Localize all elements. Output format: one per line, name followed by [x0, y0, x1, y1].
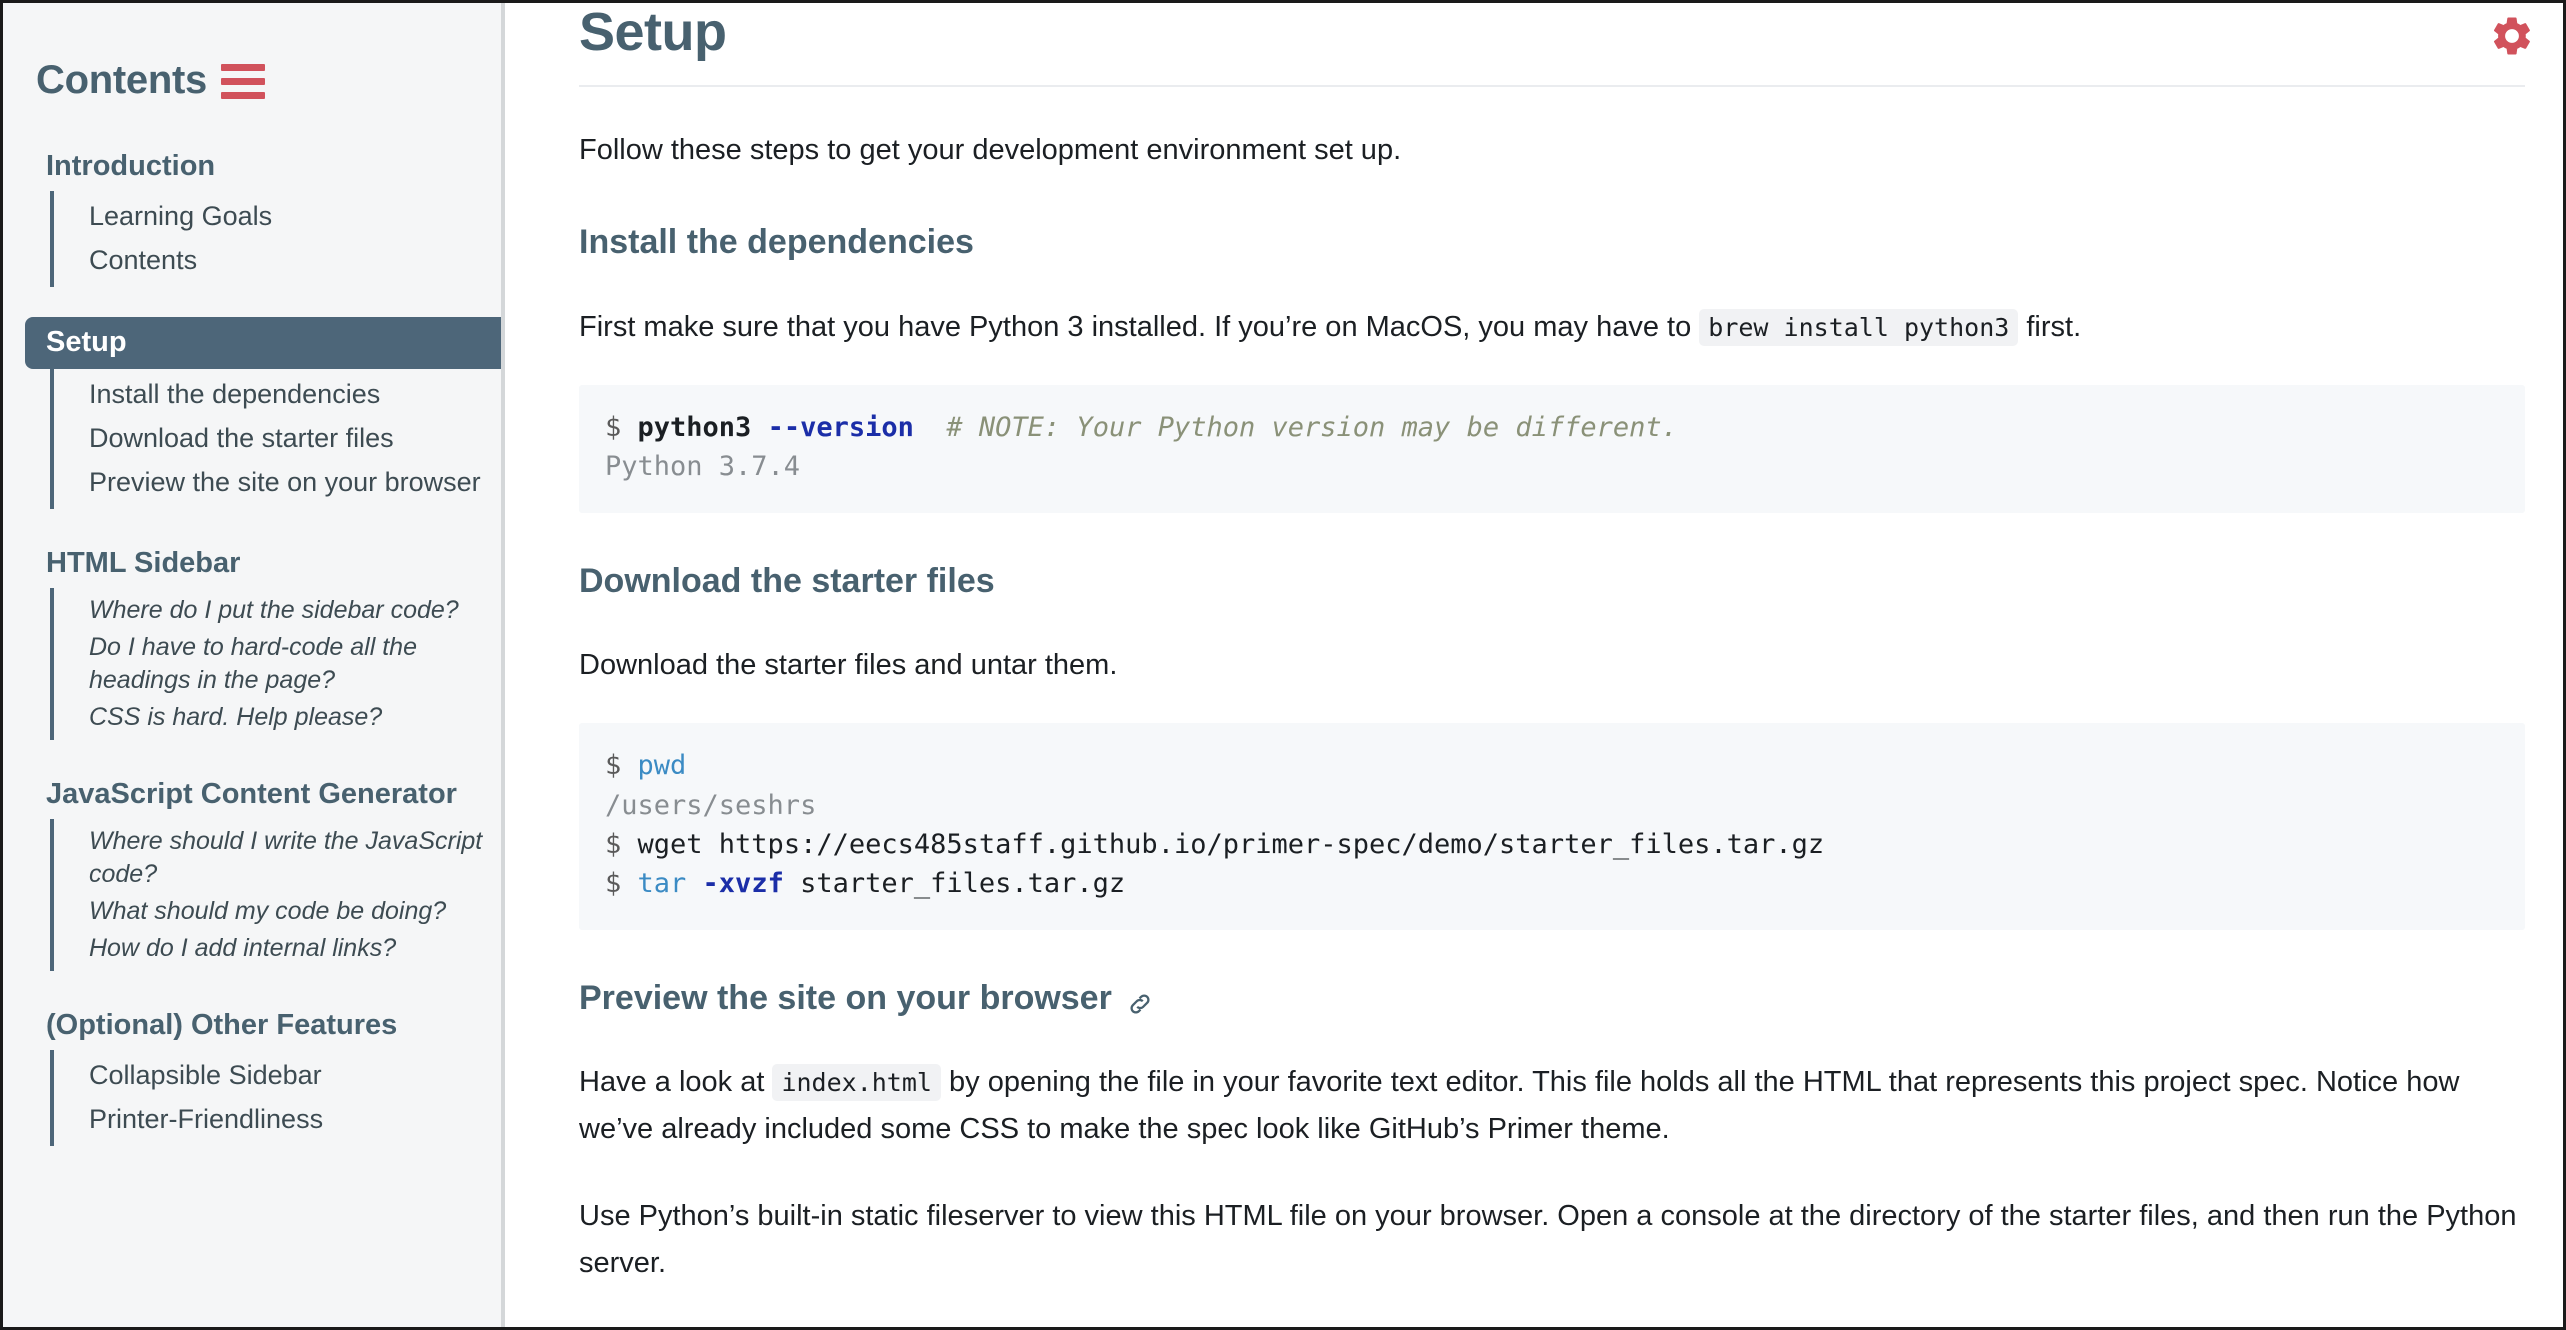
- toc-sublist: Learning GoalsContents: [50, 191, 501, 287]
- sidebar-header: Contents: [3, 3, 501, 100]
- sidebar-item-introduction[interactable]: Introduction: [3, 142, 501, 191]
- section-heading-preview-the-site-on-your-browser[interactable]: Preview the site on your browser: [579, 977, 2525, 1020]
- page-title: Setup: [579, 3, 2525, 62]
- inline-code-index-html: index.html: [772, 1064, 941, 1101]
- toc-sublist: Where should I write the JavaScript code…: [50, 819, 501, 971]
- section-heading-install-the-dependencies[interactable]: Install the dependencies: [579, 221, 2525, 264]
- section-heading-label: Install the dependencies: [579, 221, 974, 264]
- code-arg: starter_files.tar.gz: [784, 868, 1125, 899]
- sidebar-subitem[interactable]: What should my code be doing?: [54, 893, 501, 930]
- sidebar-subitem[interactable]: Collapsible Sidebar: [54, 1054, 501, 1098]
- intro-paragraph: Follow these steps to get your developme…: [579, 127, 2525, 174]
- link-icon[interactable]: [1127, 985, 1153, 1011]
- sidebar: Contents IntroductionLearning GoalsConte…: [3, 3, 505, 1327]
- main-content: Setup Follow these steps to get your dev…: [505, 3, 2563, 1327]
- code-spacer: [914, 412, 947, 443]
- sidebar-subitem[interactable]: Learning Goals: [54, 195, 501, 239]
- install-paragraph: First make sure that you have Python 3 i…: [579, 304, 2525, 351]
- inline-code-brew-install: brew install python3: [1699, 309, 2018, 346]
- download-paragraph: Download the starter files and untar the…: [579, 642, 2525, 689]
- toc-group: HTML SidebarWhere do I put the sidebar c…: [3, 539, 501, 770]
- code-builtin: pwd: [638, 750, 687, 781]
- preview-paragraph-1-a: Have a look at: [579, 1066, 772, 1098]
- preview-paragraph-1: Have a look at index.html by opening the…: [579, 1059, 2525, 1153]
- code-flag: -xvzf: [703, 868, 784, 899]
- table-of-contents: IntroductionLearning GoalsContentsSetupI…: [3, 142, 501, 1176]
- sidebar-subitem[interactable]: Printer-Friendliness: [54, 1098, 501, 1142]
- toc-group: SetupInstall the dependenciesDownload th…: [3, 317, 501, 539]
- code-builtin: tar: [638, 868, 703, 899]
- gear-icon[interactable]: [2489, 13, 2535, 59]
- section-heading-download-the-starter-files[interactable]: Download the starter files: [579, 560, 2525, 603]
- sidebar-item-optional-other-features[interactable]: (Optional) Other Features: [3, 1001, 501, 1050]
- sidebar-item-html-sidebar[interactable]: HTML Sidebar: [3, 539, 501, 588]
- code-prompt: $: [605, 750, 638, 781]
- sidebar-subitem[interactable]: How do I add internal links?: [54, 930, 501, 967]
- install-paragraph-after: first.: [2018, 311, 2081, 343]
- sidebar-subitem[interactable]: Where should I write the JavaScript code…: [54, 823, 501, 893]
- preview-paragraph-2: Use Python’s built-in static fileserver …: [579, 1193, 2525, 1287]
- sidebar-subitem[interactable]: CSS is hard. Help please?: [54, 699, 501, 736]
- hamburger-bar-1: [221, 64, 265, 71]
- toc-spacer: [3, 740, 501, 770]
- install-paragraph-before: First make sure that you have Python 3 i…: [579, 311, 1699, 343]
- code-command: python3: [638, 412, 768, 443]
- toc-spacer: [3, 971, 501, 1001]
- sidebar-subitem[interactable]: Contents: [54, 239, 501, 283]
- sidebar-item-setup[interactable]: Setup: [25, 317, 501, 369]
- section-heading-label: Preview the site on your browser: [579, 977, 1112, 1020]
- hamburger-bar-2: [221, 78, 265, 85]
- sidebar-subitem[interactable]: Do I have to hard-code all the headings …: [54, 629, 501, 699]
- toc-spacer: [3, 509, 501, 539]
- sidebar-subitem[interactable]: Install the dependencies: [54, 373, 501, 417]
- hamburger-icon[interactable]: [221, 62, 265, 99]
- toc-sublist: Collapsible SidebarPrinter-Friendliness: [50, 1050, 501, 1146]
- toc-sublist: Where do I put the sidebar code?Do I hav…: [50, 588, 501, 740]
- code-block-python-version: $ python3 --version # NOTE: Your Python …: [579, 385, 2525, 513]
- toc-group: (Optional) Other FeaturesCollapsible Sid…: [3, 1001, 501, 1176]
- code-prompt: $: [605, 868, 638, 899]
- code-block-download-starter-files: $ pwd /users/seshrs $ wget https://eecs4…: [579, 723, 2525, 930]
- toc-group: IntroductionLearning GoalsContents: [3, 142, 501, 317]
- sidebar-title: Contents: [36, 60, 207, 100]
- sidebar-item-javascript-content-generator[interactable]: JavaScript Content Generator: [3, 770, 501, 819]
- toc-group: JavaScript Content GeneratorWhere should…: [3, 770, 501, 1001]
- code-flag: --version: [768, 412, 914, 443]
- code-prompt: $: [605, 412, 638, 443]
- code-output: Python 3.7.4: [605, 451, 800, 482]
- spec-page: Contents IntroductionLearning GoalsConte…: [0, 0, 2566, 1330]
- sidebar-subitem[interactable]: Preview the site on your browser: [54, 461, 501, 505]
- toc-sublist: Install the dependenciesDownload the sta…: [50, 369, 501, 509]
- code-command-wget: wget https://eecs485staff.github.io/prim…: [638, 829, 1825, 860]
- code-comment: # NOTE: Your Python version may be diffe…: [946, 412, 1678, 443]
- toc-spacer: [3, 1146, 501, 1176]
- sidebar-subitem[interactable]: Download the starter files: [54, 417, 501, 461]
- section-heading-label: Download the starter files: [579, 560, 995, 603]
- hamburger-bar-3: [221, 92, 265, 99]
- sidebar-inner: Contents IntroductionLearning GoalsConte…: [3, 3, 501, 1176]
- code-prompt: $: [605, 829, 638, 860]
- toc-spacer: [3, 287, 501, 317]
- title-divider: [579, 85, 2525, 87]
- code-output: /users/seshrs: [605, 790, 816, 821]
- sidebar-subitem[interactable]: Where do I put the sidebar code?: [54, 592, 501, 629]
